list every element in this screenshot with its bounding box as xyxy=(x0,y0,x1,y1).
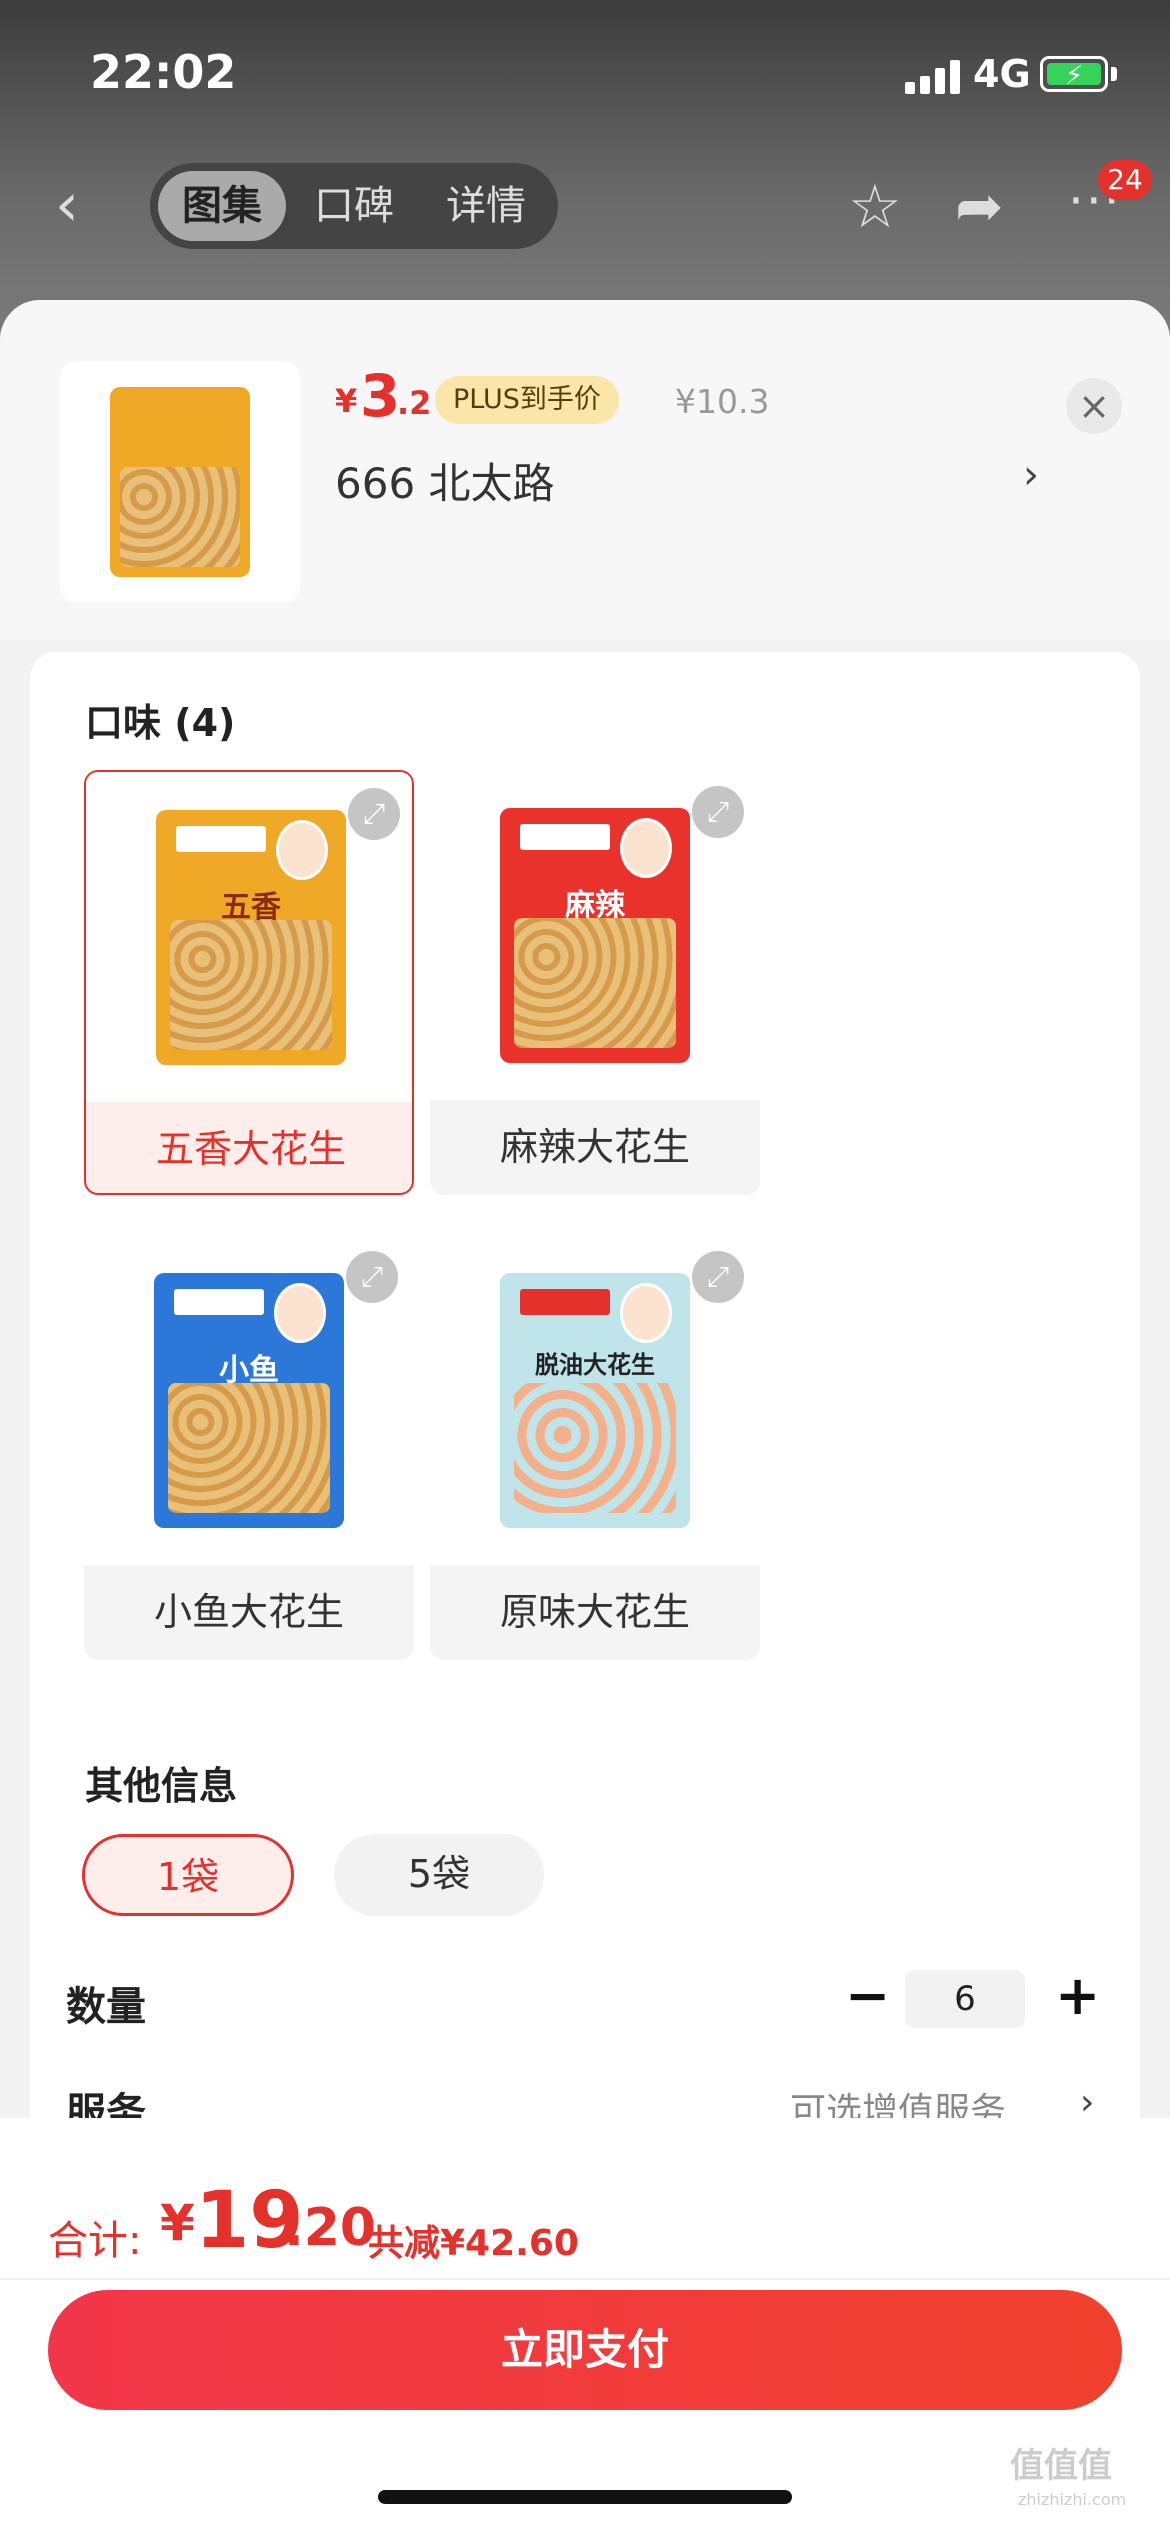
peanut-pack: 小鱼 xyxy=(154,1273,344,1528)
quantity-input[interactable]: 6 xyxy=(905,1970,1025,2028)
product-thumbnail[interactable] xyxy=(60,362,300,602)
peanut-pack: 脱油大花生 xyxy=(500,1273,690,1528)
tab-reviews[interactable]: 口碑 xyxy=(290,171,418,241)
price-integer: 3 xyxy=(360,362,401,430)
price-decimal: .2 xyxy=(397,384,432,422)
checkout-bar: 合计: ¥ 19 .20 共减¥42.60 立即支付 值值值 zhizhizhi… xyxy=(0,2118,1170,2532)
other-info-title: 其他信息 xyxy=(85,1764,238,1808)
dimmed-background: 22:02 4G ⚡ ‹ 图集 口碑 详情 ☆ ➦ ··· 24 xyxy=(0,0,1170,330)
total-label: 合计: xyxy=(48,2218,142,2264)
close-button[interactable]: × xyxy=(1066,378,1122,434)
original-price: ¥10.3 xyxy=(675,382,770,421)
total-discount: 共减¥42.60 xyxy=(368,2223,579,2264)
pay-now-button[interactable]: 立即支付 xyxy=(48,2290,1122,2410)
chef-logo xyxy=(620,818,672,878)
flavor-label: 小鱼大花生 xyxy=(153,1590,344,1634)
brand-logo xyxy=(176,826,266,852)
signal-icon xyxy=(905,60,961,94)
peanut-pack: 五香 xyxy=(156,810,346,1065)
thumbnail-pack xyxy=(110,387,250,577)
divider xyxy=(0,2278,1170,2280)
notification-badge: 24 xyxy=(1098,160,1152,200)
flavor-option-wuxiang[interactable]: 五香 ⤢ 五香大花生 xyxy=(84,770,414,1195)
chevron-right-icon[interactable]: › xyxy=(1023,452,1039,498)
total-symbol: ¥ xyxy=(160,2194,195,2252)
peanuts-image xyxy=(514,918,676,1048)
peanuts-image xyxy=(170,920,332,1050)
quantity-label: 数量 xyxy=(66,1984,146,2030)
flavor-option-yuanwei[interactable]: 脱油大花生 ⤢ 原味大花生 xyxy=(430,1235,760,1660)
battery-icon: ⚡ xyxy=(1040,56,1108,92)
brand-logo xyxy=(174,1289,264,1315)
flavor-label: 五香大花生 xyxy=(155,1127,346,1171)
tab-details[interactable]: 详情 xyxy=(422,171,550,241)
flavor-option-mala[interactable]: 麻辣 ⤢ 麻辣大花生 xyxy=(430,770,760,1195)
brand-logo xyxy=(520,1289,610,1315)
watermark-url: zhizhizhi.com xyxy=(1018,2490,1127,2509)
watermark: 值值值 xyxy=(1010,2446,1112,2486)
star-icon[interactable]: ☆ xyxy=(848,172,902,242)
expand-icon[interactable]: ⤢ xyxy=(348,788,400,840)
flavor-label: 原味大花生 xyxy=(499,1590,690,1634)
flavor-title: 口味 (4) xyxy=(85,701,236,745)
status-bar: 22:02 4G ⚡ xyxy=(0,0,1170,150)
peanut-pack: 麻辣 xyxy=(500,808,690,1063)
expand-icon[interactable]: ⤢ xyxy=(692,1251,744,1303)
status-time: 22:02 xyxy=(90,45,237,99)
flavor-label: 麻辣大花生 xyxy=(499,1125,690,1169)
decrement-button[interactable]: − xyxy=(845,1964,890,2027)
chef-logo xyxy=(620,1283,672,1343)
option-1-bag[interactable]: 1袋 xyxy=(82,1834,294,1916)
brand-logo xyxy=(520,824,610,850)
price-symbol: ¥ xyxy=(335,382,358,420)
share-icon[interactable]: ➦ xyxy=(955,172,1004,240)
expand-icon[interactable]: ⤢ xyxy=(346,1251,398,1303)
chef-logo xyxy=(274,1283,326,1343)
thumbnail-peanuts xyxy=(120,467,240,567)
chef-logo xyxy=(276,820,328,880)
network-type: 4G xyxy=(973,52,1031,96)
battery-tip xyxy=(1111,67,1117,81)
tab-gallery[interactable]: 图集 xyxy=(158,171,286,241)
expand-icon[interactable]: ⤢ xyxy=(692,786,744,838)
home-indicator[interactable] xyxy=(378,2490,792,2504)
flavor-option-xiaoyu[interactable]: 小鱼 ⤢ 小鱼大花生 xyxy=(84,1235,414,1660)
back-icon[interactable]: ‹ xyxy=(55,175,95,235)
pack-title: 脱油大花生 xyxy=(535,1351,655,1379)
chevron-right-icon[interactable]: › xyxy=(1080,2082,1094,2123)
option-5-bags[interactable]: 5袋 xyxy=(334,1834,544,1916)
total-decimal: .20 xyxy=(284,2198,377,2258)
peanuts-image xyxy=(514,1383,676,1513)
delivery-address[interactable]: 666 北太路 xyxy=(335,450,555,511)
sheet-header: ¥ 3 .2 PLUS到手价 ¥10.3 666 北太路 › × xyxy=(0,300,1170,640)
plus-price-tag: PLUS到手价 xyxy=(435,376,619,424)
peanuts-image xyxy=(168,1383,330,1513)
increment-button[interactable]: + xyxy=(1055,1964,1100,2027)
nav-tabs: 图集 口碑 详情 xyxy=(150,163,558,249)
package-options: 1袋 5袋 xyxy=(82,1834,782,1918)
